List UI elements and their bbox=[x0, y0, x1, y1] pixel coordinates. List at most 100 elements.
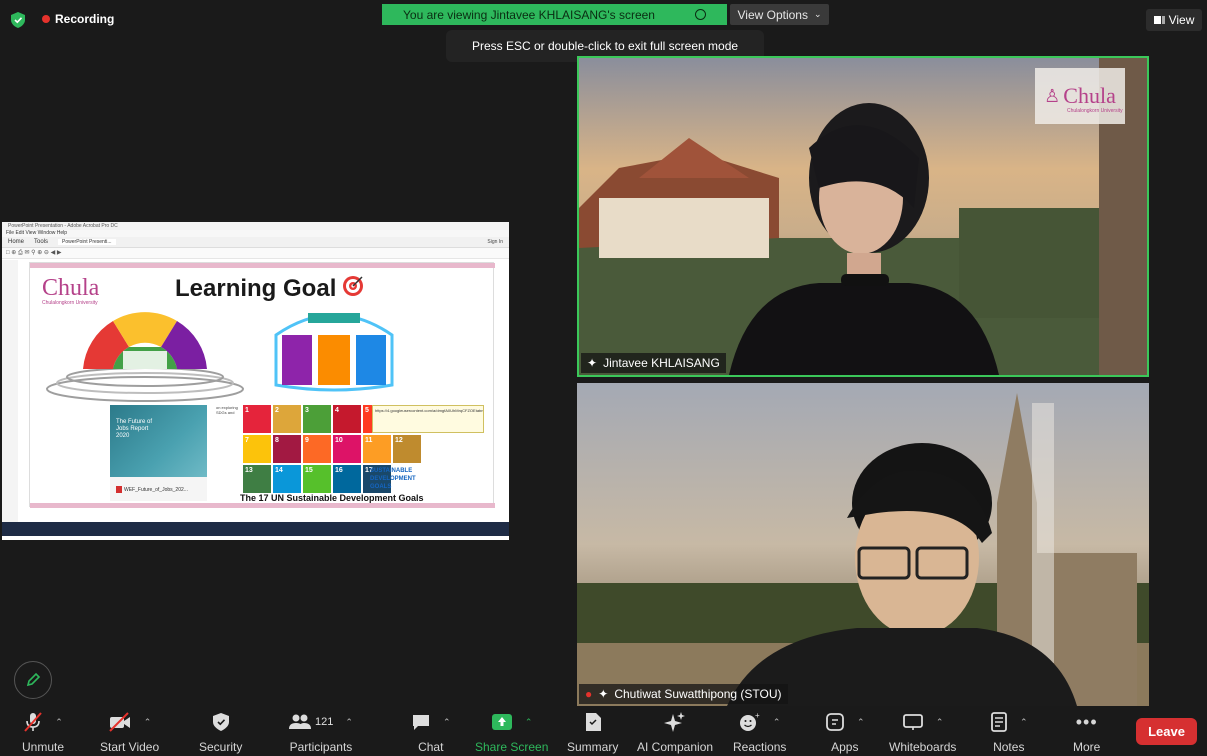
slide-chula-logo: Chula bbox=[42, 275, 100, 301]
summary-button[interactable]: Summary bbox=[567, 710, 618, 754]
sdg-goal-tile: 3 bbox=[303, 405, 331, 433]
notes-label: Notes bbox=[993, 740, 1025, 754]
muted-mic-icon bbox=[24, 712, 42, 732]
summary-label: Summary bbox=[567, 740, 619, 754]
emoji-add-icon: + bbox=[739, 712, 760, 731]
pen-icon bbox=[26, 672, 41, 687]
view-layout-icon bbox=[1153, 16, 1165, 24]
tab-document: PowerPoint Presenti... bbox=[58, 239, 116, 245]
start-video-button[interactable]: ⌃ Start Video bbox=[100, 710, 159, 754]
chula-badge-sub: Chulalongkorn University bbox=[1067, 108, 1123, 114]
url-popup: https://4.googleusercontent.com/a/dmgfA0… bbox=[372, 405, 484, 433]
share-screen-label: Share Screen bbox=[475, 740, 549, 754]
sdg-goal-tile: 8 bbox=[273, 435, 301, 463]
sdg-goal-tile: 15 bbox=[303, 465, 331, 493]
participant-name: Chutiwat Suwatthipong (STOU) bbox=[614, 687, 782, 701]
apps-icon bbox=[826, 713, 844, 731]
slide-title: Learning Goal bbox=[175, 275, 337, 302]
sdg-goal-tile: 9 bbox=[303, 435, 331, 463]
notes-icon bbox=[991, 712, 1007, 732]
video-tile-jintavee[interactable]: ♙ Chula Chulalongkorn University ✦ Jinta… bbox=[577, 56, 1149, 377]
svg-text:+: + bbox=[755, 712, 760, 720]
chevron-up-icon[interactable]: ⌃ bbox=[525, 717, 533, 728]
sdg-caption: The 17 UN Sustainable Development Goals bbox=[240, 493, 424, 503]
notes-button[interactable]: ⌃ Notes bbox=[990, 710, 1028, 754]
chevron-up-icon[interactable]: ⌃ bbox=[345, 717, 353, 728]
sdg-goal-tile: 16 bbox=[333, 465, 361, 493]
security-shield-icon bbox=[212, 713, 229, 731]
sdg-goal-tile: 4 bbox=[333, 405, 361, 433]
sdg-goal-tile: 7 bbox=[243, 435, 271, 463]
pin-icon: ✦ bbox=[598, 687, 609, 701]
chevron-up-icon[interactable]: ⌃ bbox=[857, 717, 865, 728]
encryption-shield-icon[interactable] bbox=[11, 12, 25, 28]
sdg-goal-tile: 14 bbox=[273, 465, 301, 493]
acrobat-left-rail bbox=[2, 260, 18, 522]
sdg-goal-tile: 13 bbox=[243, 465, 271, 493]
whiteboards-label: Whiteboards bbox=[889, 740, 957, 754]
report-title: The Future of Jobs Report 2020 bbox=[116, 419, 153, 439]
chat-button[interactable]: ⌃ Chat bbox=[411, 710, 451, 754]
more-label: More bbox=[1073, 740, 1101, 754]
chat-label: Chat bbox=[418, 740, 444, 754]
shared-screen[interactable]: PowerPoint Presentation - Adobe Acrobat … bbox=[2, 222, 509, 540]
tab-tools: Tools bbox=[34, 239, 49, 245]
participant-count: 121 bbox=[315, 716, 334, 728]
report-filename: WEF_Future_of_Jobs_202... bbox=[124, 487, 188, 493]
ai-companion-button[interactable]: AI Companion bbox=[637, 710, 713, 754]
sdg-goal-tile: 10 bbox=[333, 435, 361, 463]
pin-icon: ✦ bbox=[587, 356, 598, 370]
share-screen-button[interactable]: ⌃ Share Screen bbox=[475, 710, 548, 754]
recording-indicator[interactable]: Recording bbox=[42, 12, 114, 26]
speaker-video-feed bbox=[577, 383, 1149, 706]
participant-name-tag: ● ✦ Chutiwat Suwatthipong (STOU) bbox=[579, 684, 788, 704]
acrobat-tabbar: Home Tools PowerPoint Presenti... Sign I… bbox=[2, 237, 509, 248]
target-icon bbox=[343, 276, 363, 296]
whiteboards-button[interactable]: ⌃ Whiteboards bbox=[889, 710, 956, 754]
chevron-up-icon[interactable]: ⌃ bbox=[936, 717, 944, 728]
chevron-down-icon: ⌄ bbox=[813, 9, 822, 19]
banner-status-icon bbox=[694, 9, 706, 20]
chevron-up-icon[interactable]: ⌃ bbox=[773, 717, 781, 728]
view-button[interactable]: View bbox=[1146, 9, 1202, 31]
security-button[interactable]: Security bbox=[199, 710, 242, 754]
reactions-label: Reactions bbox=[733, 740, 787, 754]
unmute-button[interactable]: ⌃ Unmute bbox=[22, 710, 64, 754]
leave-button[interactable]: Leave bbox=[1136, 718, 1197, 745]
sdg-goal-tile: 12 bbox=[393, 435, 421, 463]
report-cover: The Future of Jobs Report 2020 bbox=[110, 405, 207, 477]
slide-top-strip bbox=[30, 263, 495, 268]
chula-badge: ♙ Chula Chulalongkorn University bbox=[1035, 68, 1125, 124]
more-button[interactable]: ••• More bbox=[1073, 710, 1101, 755]
viewing-screen-banner: You are viewing Jintavee KHLAISANG's scr… bbox=[382, 4, 727, 25]
acrobat-titlebar: PowerPoint Presentation - Adobe Acrobat … bbox=[2, 222, 509, 230]
view-options-label: View Options bbox=[737, 7, 808, 22]
reactions-button[interactable]: + ⌃ Reactions bbox=[733, 710, 786, 754]
whiteboard-icon bbox=[903, 714, 923, 730]
annotate-pen-button[interactable] bbox=[14, 661, 52, 699]
more-dots-icon: ••• bbox=[1075, 711, 1098, 732]
ai-companion-label: AI Companion bbox=[637, 740, 714, 754]
participants-label: Participants bbox=[289, 740, 353, 754]
apps-button[interactable]: ⌃ Apps bbox=[825, 710, 865, 754]
sdg-goal-tile: 2 bbox=[273, 405, 301, 433]
participant-name-tag: ✦ Jintavee KHLAISANG bbox=[581, 353, 726, 373]
apps-label: Apps bbox=[831, 740, 859, 754]
share-screen-icon bbox=[491, 714, 512, 730]
century-skills-diagram bbox=[274, 313, 394, 392]
view-options-button[interactable]: View Options ⌄ bbox=[730, 4, 829, 25]
chevron-up-icon[interactable]: ⌃ bbox=[443, 717, 451, 728]
pdf-icon bbox=[116, 486, 122, 493]
chevron-up-icon[interactable]: ⌃ bbox=[1020, 717, 1028, 728]
sdg-goal-tile: 11 bbox=[363, 435, 391, 463]
viewing-banner-text: You are viewing Jintavee KHLAISANG's scr… bbox=[403, 7, 655, 22]
recording-label: Recording bbox=[55, 12, 115, 26]
recording-dot-icon bbox=[42, 15, 50, 23]
tab-home: Home bbox=[8, 239, 25, 245]
sdg-logo: SUSTAINABLE DEVELOPMENT GOALS bbox=[370, 468, 416, 490]
chevron-up-icon[interactable]: ⌃ bbox=[55, 717, 63, 728]
chevron-up-icon[interactable]: ⌃ bbox=[144, 717, 152, 728]
participants-button[interactable]: 121 ⌃ Participants bbox=[289, 710, 353, 754]
video-tile-chutiwat[interactable]: ● ✦ Chutiwat Suwatthipong (STOU) bbox=[577, 383, 1149, 706]
windows-taskbar bbox=[2, 522, 509, 536]
